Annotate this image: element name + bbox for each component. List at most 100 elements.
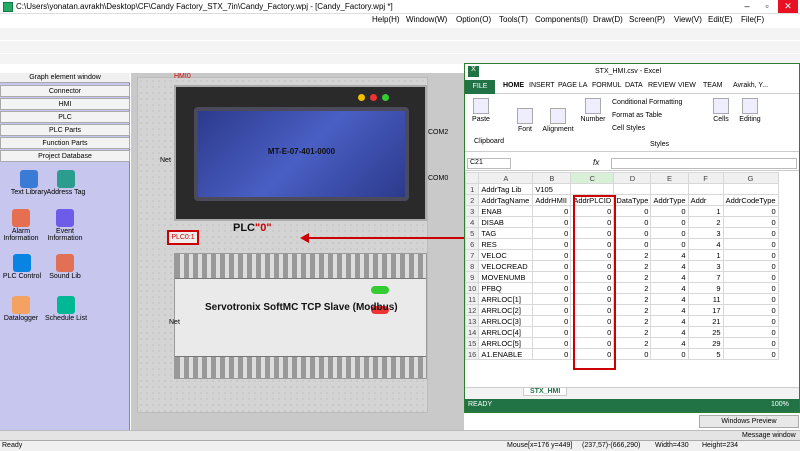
cell[interactable]: TAG	[478, 227, 534, 239]
cell[interactable]	[687, 183, 724, 195]
cell[interactable]	[613, 183, 652, 195]
cell[interactable]: RES	[478, 238, 534, 250]
cell[interactable]: ARRLOC[4]	[478, 326, 534, 338]
cell[interactable]: 2	[613, 260, 652, 272]
column-header[interactable]: G	[722, 172, 779, 184]
cell[interactable]: 25	[687, 326, 724, 338]
cell[interactable]: 0	[722, 227, 779, 239]
tab-file[interactable]: FILE	[465, 80, 495, 94]
cell[interactable]: 4	[687, 238, 724, 250]
cell[interactable]: DISAB	[478, 216, 534, 228]
tab-page-layout[interactable]: PAGE LA	[558, 82, 587, 89]
cell[interactable]: VELOCREAD	[478, 260, 534, 272]
menu-view[interactable]: View(V)	[674, 15, 702, 24]
row-header[interactable]: 5	[465, 227, 480, 239]
cell[interactable]: 0	[722, 249, 779, 261]
cell[interactable]: 0	[532, 205, 572, 217]
cell[interactable]: 4	[650, 293, 689, 305]
cell[interactable]: Addr	[687, 194, 724, 206]
hmi-device[interactable]: MT-E-07-401-0000	[174, 85, 427, 221]
row-header[interactable]: 15	[465, 337, 480, 349]
cell[interactable]: 3	[687, 260, 724, 272]
sidebar-plc[interactable]: PLC	[0, 111, 130, 123]
sidebar-hmi[interactable]: HMI	[0, 98, 130, 110]
cell[interactable]: 0	[650, 227, 689, 239]
cell[interactable]: 0	[722, 238, 779, 250]
paste-button[interactable]: Paste	[469, 98, 493, 123]
format-as-table-button[interactable]: Format as Table	[612, 112, 662, 119]
cell[interactable]: 0	[722, 205, 779, 217]
excel-window[interactable]: X STX_HMI.csv - Excel FILE HOME INSERT P…	[464, 63, 800, 413]
windows-preview-tab[interactable]: Windows Preview	[699, 415, 799, 428]
cell[interactable]: 0	[722, 337, 779, 349]
cell[interactable]	[722, 183, 779, 195]
cell[interactable]: 5	[687, 348, 724, 360]
column-header[interactable]: D	[613, 172, 652, 184]
cell[interactable]: A1.ENABLE	[478, 348, 534, 360]
cell[interactable]: 0	[532, 216, 572, 228]
row-header[interactable]: 4	[465, 216, 480, 228]
number-button[interactable]: Number	[579, 98, 607, 123]
cell[interactable]: 1	[687, 205, 724, 217]
row-header[interactable]: 6	[465, 238, 480, 250]
cell[interactable]: 2	[613, 315, 652, 327]
cell[interactable]: 0	[722, 216, 779, 228]
sidebar-function-parts[interactable]: Function Parts	[0, 137, 130, 149]
cell[interactable]: 0	[532, 304, 572, 316]
cell[interactable]: 0	[650, 205, 689, 217]
fx-icon[interactable]: fx	[593, 158, 599, 167]
menu-file[interactable]: File(F)	[741, 15, 764, 24]
name-box[interactable]: C21	[467, 158, 511, 169]
cell[interactable]: 17	[687, 304, 724, 316]
cells-button[interactable]: Cells	[709, 98, 733, 123]
row-header[interactable]: 8	[465, 260, 480, 272]
menu-help[interactable]: Help(H)	[372, 15, 400, 24]
cell[interactable]: 0	[722, 293, 779, 305]
cell[interactable]: 4	[650, 337, 689, 349]
column-header[interactable]: E	[650, 172, 689, 184]
tab-view[interactable]: VIEW	[678, 82, 696, 89]
cell[interactable]: 4	[650, 315, 689, 327]
cell[interactable]: 2	[613, 337, 652, 349]
menu-tools[interactable]: Tools(T)	[499, 15, 528, 24]
tab-review[interactable]: REVIEW	[648, 82, 676, 89]
cell[interactable]: 0	[532, 282, 572, 294]
font-button[interactable]: Font	[515, 108, 535, 133]
tool-event-information[interactable]: Event Information	[36, 209, 94, 242]
cell[interactable]	[650, 183, 689, 195]
cell-styles-button[interactable]: Cell Styles	[612, 125, 645, 132]
cell[interactable]: 0	[722, 348, 779, 360]
cell[interactable]: 0	[532, 260, 572, 272]
cell[interactable]: 2	[613, 271, 652, 283]
menu-option[interactable]: Option(O)	[456, 15, 491, 24]
cell[interactable]: 4	[650, 326, 689, 338]
cell[interactable]: MOVENUMB	[478, 271, 534, 283]
cell[interactable]: 0	[613, 205, 652, 217]
editing-button[interactable]: Editing	[735, 98, 765, 123]
cell[interactable]: 4	[650, 260, 689, 272]
maximize-button[interactable]: ▫	[757, 0, 777, 13]
row-header[interactable]: 2	[465, 194, 480, 206]
cell[interactable]: 29	[687, 337, 724, 349]
row-header[interactable]: 10	[465, 282, 480, 294]
cell[interactable]: 0	[532, 227, 572, 239]
cell[interactable]: AddrCodeType	[722, 194, 779, 206]
cell[interactable]: 4	[650, 271, 689, 283]
spreadsheet-grid[interactable]: ABCDEFG 1 AddrTag Lib V105 2 AddrTagName Addr…	[465, 172, 800, 387]
row-header[interactable]: 13	[465, 315, 480, 327]
tool-sound-lib[interactable]: Sound Lib	[36, 254, 94, 280]
excel-user[interactable]: Avrakh, Y...	[733, 82, 768, 89]
menu-edit[interactable]: Edit(E)	[708, 15, 732, 24]
cell[interactable]: 4	[650, 282, 689, 294]
cell[interactable]: 0	[532, 249, 572, 261]
cell[interactable]: 2	[613, 293, 652, 305]
cell[interactable]: 0	[613, 348, 652, 360]
cell[interactable]: 9	[687, 282, 724, 294]
row-header[interactable]: 7	[465, 249, 480, 261]
row-header[interactable]: 9	[465, 271, 480, 283]
row-header[interactable]: 14	[465, 326, 480, 338]
cell[interactable]: 2	[687, 216, 724, 228]
column-header[interactable]: F	[687, 172, 724, 184]
minimize-button[interactable]: –	[737, 0, 757, 13]
tool-address-tag[interactable]: Address Tag	[37, 170, 95, 196]
